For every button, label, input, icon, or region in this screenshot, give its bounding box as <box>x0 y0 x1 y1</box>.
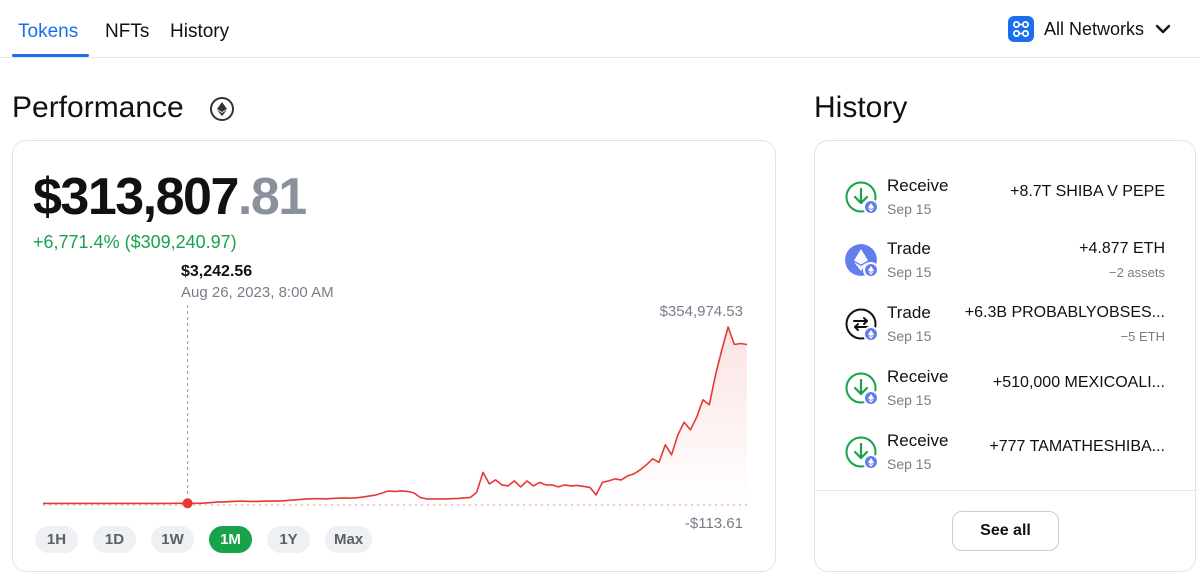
performance-title: Performance <box>12 91 184 124</box>
chart-tooltip-value: $3,242.56 <box>181 263 253 280</box>
history-item[interactable]: Trade Sep 15 +4.877 ETH −2 assets <box>815 234 1197 290</box>
chart-min-label: -$113.61 <box>684 515 743 532</box>
performance-card: $313,807.81 +6,771.4% ($309,240.97) $3,2… <box>12 140 776 572</box>
network-selector[interactable]: All Networks <box>1007 14 1172 44</box>
ethereum-network-badge-icon <box>863 454 879 470</box>
history-item[interactable]: Receive Sep 15 +510,000 MEXICOALI... <box>815 362 1197 418</box>
history-item-date: Sep 15 <box>887 201 932 217</box>
tab-history[interactable]: History <box>170 20 229 44</box>
history-item[interactable]: Trade Sep 15 +6.3B PROBABLYOBSES... −5 E… <box>815 298 1197 354</box>
tab-tokens[interactable]: Tokens <box>18 20 78 44</box>
history-item[interactable]: Receive Sep 15 +777 TAMATHESHIBA... <box>815 426 1197 482</box>
history-item-amount: +4.877 ETH <box>1079 240 1165 257</box>
history-card: Receive Sep 15 +8.7T SHIBA V PEPE Trade … <box>814 140 1197 572</box>
range-max-button[interactable]: Max <box>325 526 373 553</box>
history-item-amount: +777 TAMATHESHIBA... <box>989 438 1165 455</box>
network-grid-icon <box>1007 16 1034 42</box>
ethereum-network-badge-icon <box>863 199 879 215</box>
history-item-type: Receive <box>887 431 949 450</box>
chart-tooltip-date: Aug 26, 2023, 8:00 AM <box>181 284 334 301</box>
history-item-date: Sep 15 <box>887 328 932 344</box>
range-1w-button[interactable]: 1W <box>151 526 194 553</box>
chart-area <box>43 327 747 505</box>
history-item[interactable]: Receive Sep 15 +8.7T SHIBA V PEPE <box>815 171 1197 227</box>
history-item-amount: +510,000 MEXICOALI... <box>992 374 1165 391</box>
see-all-button[interactable]: See all <box>952 511 1059 551</box>
history-divider <box>815 490 1197 491</box>
range-1m-button[interactable]: 1M <box>209 526 252 553</box>
range-1y-button[interactable]: 1Y <box>267 526 310 553</box>
history-item-sub-amount: −5 ETH <box>1120 329 1165 344</box>
ethereum-network-badge-icon <box>863 326 879 342</box>
ethereum-info-icon[interactable] <box>210 97 234 121</box>
history-item-date: Sep 15 <box>887 264 932 280</box>
history-item-sub-amount: −2 assets <box>1108 265 1165 280</box>
network-label: All Networks <box>1043 18 1144 39</box>
history-item-type: Receive <box>887 367 949 386</box>
chevron-down-icon <box>1155 24 1171 34</box>
performance-chart[interactable] <box>13 141 777 573</box>
tab-nfts[interactable]: NFTs <box>105 20 149 44</box>
top-tab-bar: Tokens NFTs History All Networks <box>0 0 1200 58</box>
history-item-type: Receive <box>887 176 949 195</box>
range-1h-button[interactable]: 1H <box>35 526 78 553</box>
ethereum-network-badge-icon <box>863 390 879 406</box>
chart-max-label: $354,974.53 <box>659 303 743 320</box>
range-1d-button[interactable]: 1D <box>93 526 136 553</box>
history-item-date: Sep 15 <box>887 456 932 472</box>
chart-marker-dot <box>182 498 193 509</box>
history-title: History <box>814 91 908 124</box>
ethereum-network-badge-icon <box>863 262 879 278</box>
active-tab-indicator <box>12 54 89 57</box>
history-item-date: Sep 15 <box>887 392 932 408</box>
history-item-type: Trade <box>887 303 931 322</box>
history-item-amount: +6.3B PROBABLYOBSES... <box>964 304 1165 321</box>
history-item-amount: +8.7T SHIBA V PEPE <box>1010 183 1165 200</box>
history-item-type: Trade <box>887 239 931 258</box>
time-range-selector: 1H 1D 1W 1M 1Y Max <box>35 526 373 553</box>
